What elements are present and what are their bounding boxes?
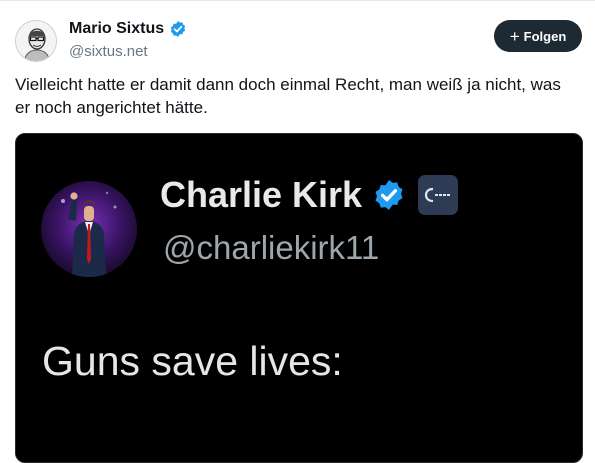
- author-name-row[interactable]: Mario Sixtus: [69, 20, 187, 38]
- verified-badge-icon: [171, 21, 186, 37]
- post-text: Vielleicht hatte er damit dann doch einm…: [15, 75, 561, 117]
- author-handle[interactable]: @sixtus.net: [69, 43, 148, 60]
- media-verified-badge-icon: [375, 180, 403, 210]
- author-avatar[interactable]: [15, 20, 57, 62]
- follow-button[interactable]: + Folgen: [494, 20, 582, 52]
- media-name-row: Charlie Kirk: [160, 174, 459, 216]
- plus-icon: +: [509, 26, 520, 46]
- avatar-image: [16, 21, 56, 61]
- top-divider: [0, 0, 595, 1]
- media-text: Guns save lives:: [42, 338, 343, 384]
- embedded-media[interactable]: Charlie Kirk @charliekirk11 Guns save li…: [15, 133, 583, 463]
- affiliate-badge-icon: [418, 175, 459, 215]
- media-avatar-image: [41, 181, 137, 277]
- media-name: Charlie Kirk: [160, 174, 363, 215]
- media-avatar: [41, 181, 137, 277]
- author-name[interactable]: Mario Sixtus: [69, 20, 164, 38]
- follow-button-label: Folgen: [523, 28, 567, 44]
- media-handle: @charliekirk11: [163, 229, 380, 266]
